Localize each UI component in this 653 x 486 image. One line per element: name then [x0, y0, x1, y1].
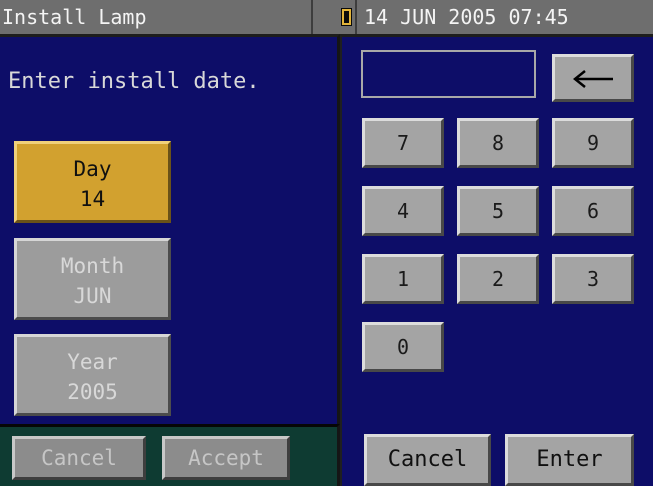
- keypad-key-6[interactable]: 6: [552, 186, 634, 236]
- month-field-value: JUN: [73, 284, 112, 308]
- entry-display: [361, 50, 536, 98]
- prompt-text: Enter install date.: [8, 69, 260, 94]
- keypad-key-4[interactable]: 4: [362, 186, 444, 236]
- backspace-button[interactable]: [552, 54, 634, 102]
- month-field-label: Month: [60, 254, 125, 278]
- year-field-label: Year: [67, 350, 118, 374]
- keypad-key-2[interactable]: 2: [457, 254, 539, 304]
- enter-button[interactable]: Enter: [505, 434, 634, 486]
- status-divider: [355, 0, 357, 34]
- datetime-display: 14 JUN 2005 07:45: [364, 5, 569, 29]
- year-field-value: 2005: [67, 380, 118, 404]
- year-field-button[interactable]: Year 2005: [14, 334, 171, 416]
- keypad-key-3[interactable]: 3: [552, 254, 634, 304]
- keypad-key-8[interactable]: 8: [457, 118, 539, 168]
- day-field-value: 14: [79, 187, 106, 211]
- keypad-key-0[interactable]: 0: [362, 322, 444, 372]
- day-field-label: Day: [73, 157, 112, 181]
- cancel-button[interactable]: Cancel: [12, 436, 146, 480]
- keypad-key-1[interactable]: 1: [362, 254, 444, 304]
- keypad-cancel-button[interactable]: Cancel: [364, 434, 491, 486]
- day-field-button[interactable]: Day 14: [14, 141, 171, 223]
- month-field-button[interactable]: Month JUN: [14, 238, 171, 320]
- keypad-key-5[interactable]: 5: [457, 186, 539, 236]
- accept-button[interactable]: Accept: [162, 436, 290, 480]
- keypad-key-7[interactable]: 7: [362, 118, 444, 168]
- app-title: Install Lamp: [2, 5, 147, 29]
- keypad-key-9[interactable]: 9: [552, 118, 634, 168]
- lamp-icon: [341, 8, 352, 26]
- left-arrow-icon: [572, 70, 613, 88]
- title-divider: [311, 0, 313, 34]
